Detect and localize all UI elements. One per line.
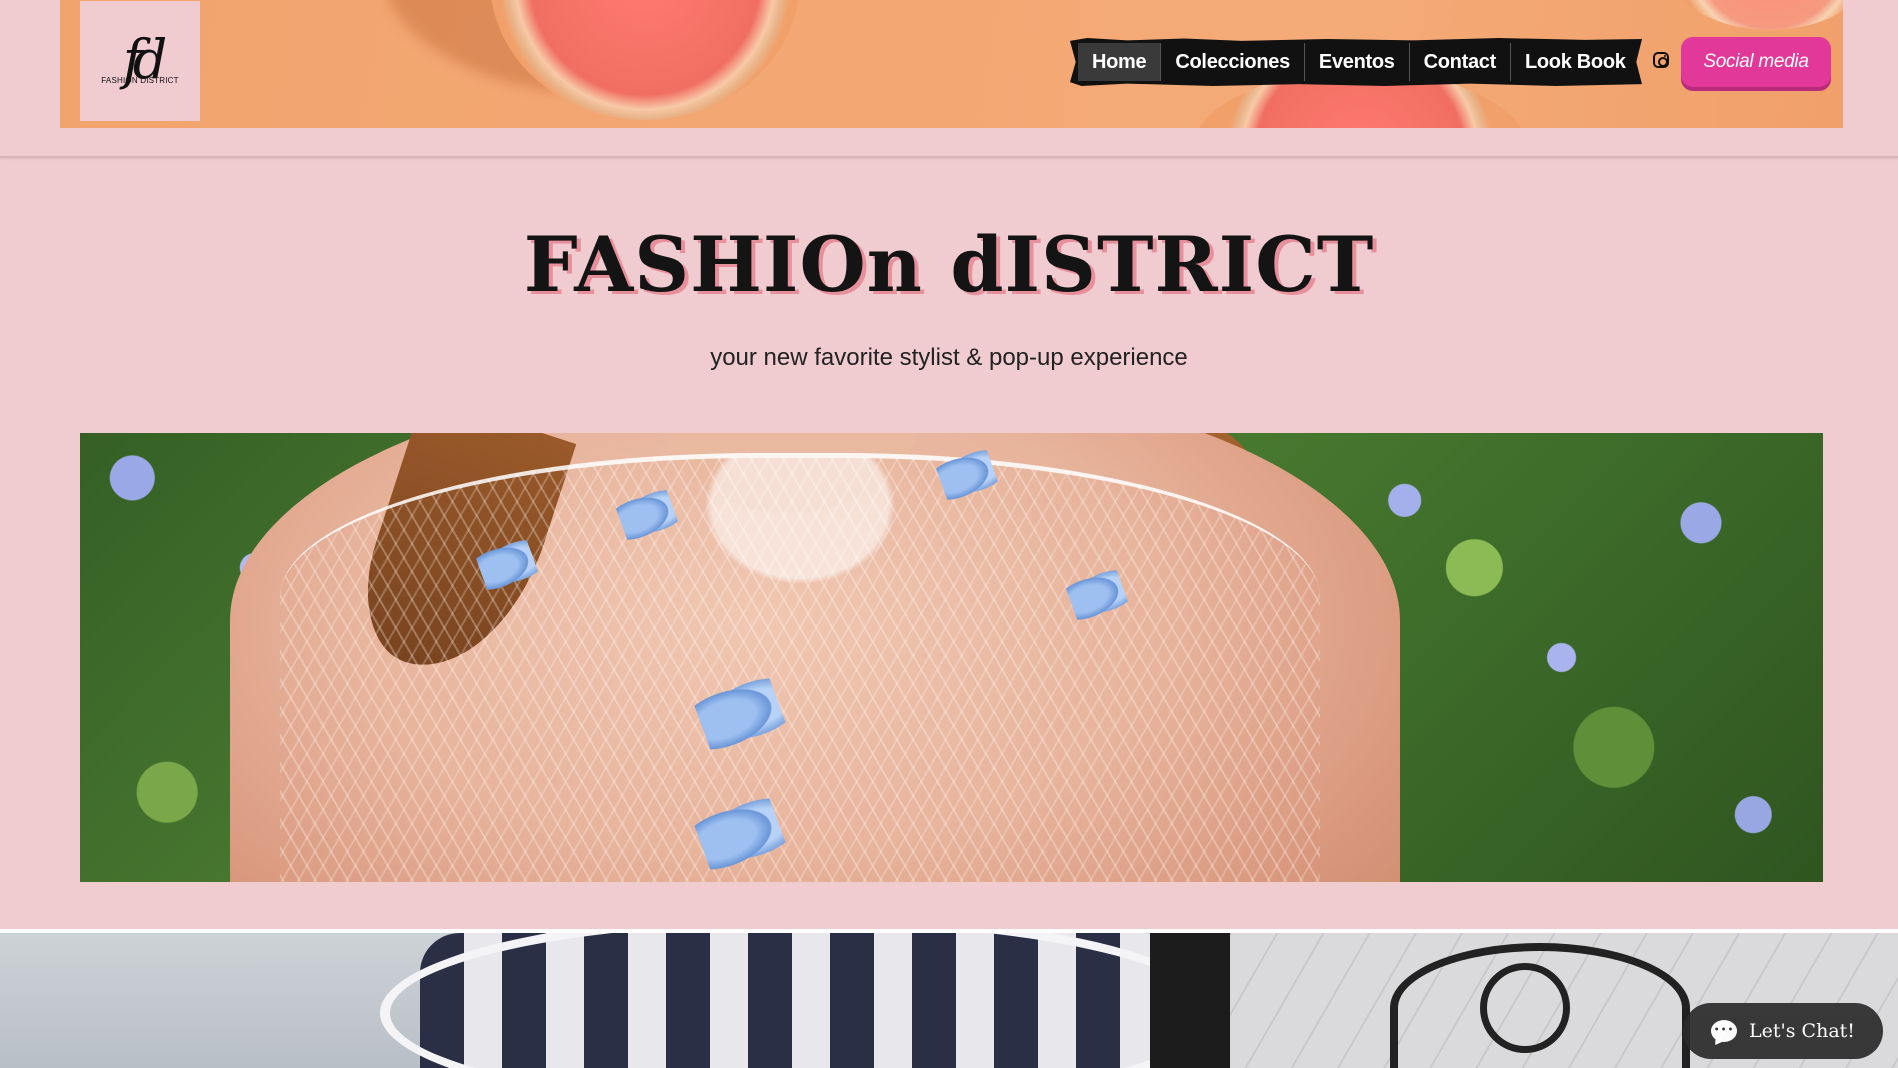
site-logo[interactable]: fd FASHION DISTRICT <box>80 1 200 121</box>
main-nav: Home Colecciones Eventos Contact Look Bo… <box>1070 38 1642 86</box>
chat-button[interactable]: ••• Let's Chat! <box>1683 1003 1883 1059</box>
dark-window <box>1150 933 1230 1068</box>
grapefruit-image <box>1660 0 1843 30</box>
nav-item-colecciones[interactable]: Colecciones <box>1161 43 1305 81</box>
page-title: FASHIOn dISTRICT <box>523 220 1375 309</box>
chat-bubble-icon: ••• <box>1711 1020 1738 1042</box>
nav-item-home[interactable]: Home <box>1078 43 1162 81</box>
tagline: your new favorite stylist & pop-up exper… <box>710 344 1188 371</box>
instagram-icon[interactable] <box>1653 52 1669 68</box>
logo-text: FASHION DISTRICT <box>101 75 179 85</box>
white-frame-arc <box>380 933 1220 1068</box>
wrought-iron-scroll <box>1480 963 1570 1053</box>
nav-item-contact[interactable]: Contact <box>1410 43 1511 81</box>
lace-top <box>280 453 1320 882</box>
nav-item-eventos[interactable]: Eventos <box>1305 43 1410 81</box>
nav-item-look-book[interactable]: Look Book <box>1511 43 1640 81</box>
section-image <box>0 933 1898 1068</box>
social-media-button[interactable]: Social media <box>1681 37 1831 87</box>
header-divider <box>0 156 1898 158</box>
chat-label: Let's Chat! <box>1749 1020 1855 1042</box>
hero-image <box>80 433 1823 882</box>
grapefruit-image <box>490 0 800 120</box>
